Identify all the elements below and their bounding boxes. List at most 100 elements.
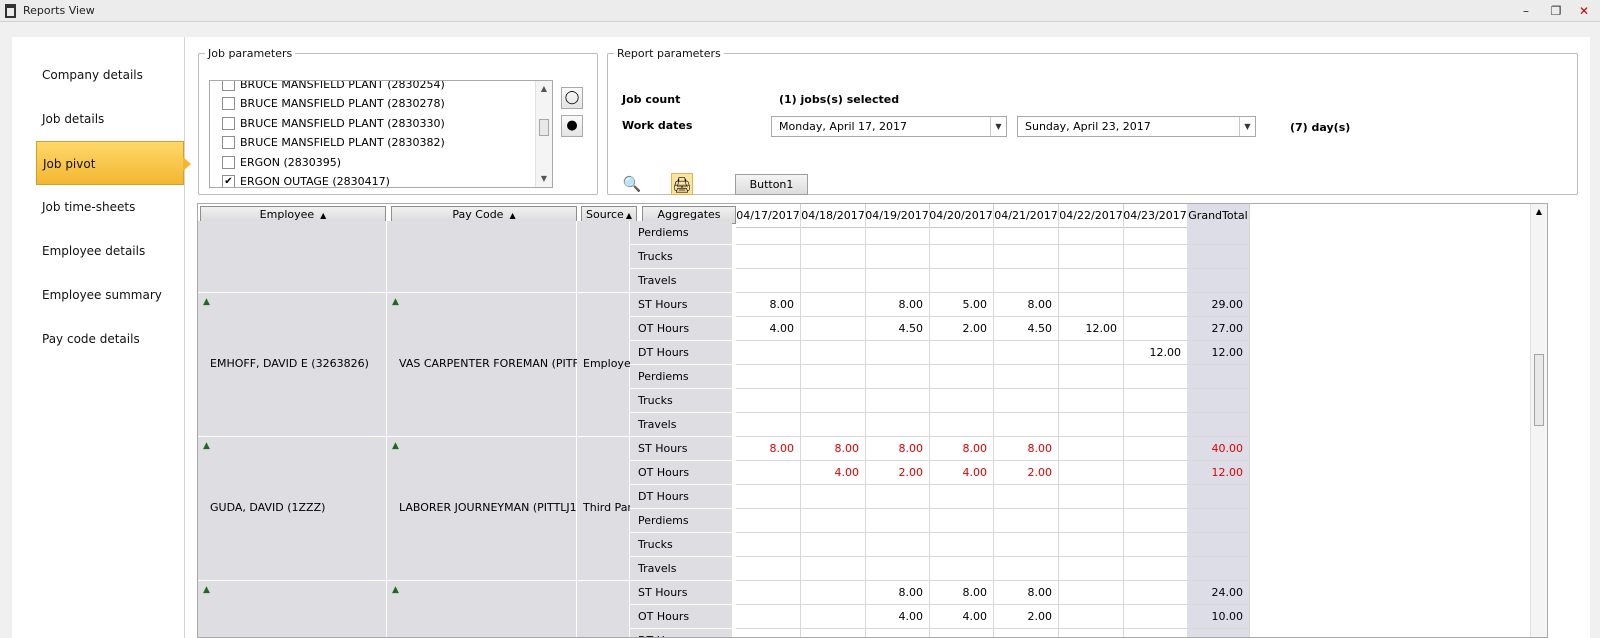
lightbulb-off-icon[interactable]: ◯ xyxy=(561,87,583,109)
value-cell[interactable] xyxy=(865,269,930,293)
value-cell[interactable] xyxy=(801,317,866,341)
value-cell[interactable] xyxy=(929,485,994,509)
value-cell[interactable] xyxy=(1123,509,1188,533)
collapse-icon[interactable]: ▲ xyxy=(203,585,210,595)
grand-total-cell[interactable]: 24.00 xyxy=(1187,581,1250,605)
value-cell[interactable] xyxy=(801,629,866,637)
value-cell[interactable]: 8.00 xyxy=(994,293,1059,317)
value-cell[interactable]: 2.00 xyxy=(929,317,994,341)
value-cell[interactable] xyxy=(929,629,994,637)
value-cell[interactable] xyxy=(1059,293,1124,317)
value-cell[interactable] xyxy=(865,245,930,269)
grand-total-cell[interactable] xyxy=(1187,245,1250,269)
value-cell[interactable]: 4.00 xyxy=(801,461,866,485)
grand-total-cell[interactable] xyxy=(1187,221,1250,245)
value-cell[interactable] xyxy=(1059,581,1124,605)
job-list[interactable]: BRUCE MANSFIELD PLANT (2830254) BRUCE MA… xyxy=(209,80,553,188)
value-cell[interactable]: 8.00 xyxy=(865,581,930,605)
sidebar-item-job-time-sheets[interactable]: Job time-sheets xyxy=(12,185,185,229)
value-cell[interactable] xyxy=(1123,317,1188,341)
button1[interactable]: Button1 xyxy=(735,174,808,195)
value-cell[interactable] xyxy=(994,389,1059,413)
grand-total-cell[interactable] xyxy=(1187,365,1250,389)
value-cell[interactable] xyxy=(865,629,930,637)
value-cell[interactable]: 4.00 xyxy=(736,317,801,341)
value-cell[interactable] xyxy=(1059,245,1124,269)
print-icon[interactable]: 🖨 xyxy=(671,173,693,195)
chevron-down-icon[interactable]: ▼ xyxy=(1239,117,1255,136)
value-cell[interactable]: 8.00 xyxy=(994,437,1059,461)
value-cell[interactable] xyxy=(929,269,994,293)
value-cell[interactable] xyxy=(736,605,801,629)
value-cell[interactable] xyxy=(736,629,801,637)
collapse-icon[interactable]: ▲ xyxy=(392,297,399,307)
value-cell[interactable] xyxy=(801,269,866,293)
value-cell[interactable] xyxy=(736,485,801,509)
value-cell[interactable] xyxy=(929,557,994,581)
value-cell[interactable] xyxy=(801,605,866,629)
value-cell[interactable] xyxy=(1059,485,1124,509)
value-cell[interactable]: 8.00 xyxy=(865,437,930,461)
value-cell[interactable] xyxy=(865,221,930,245)
value-cell[interactable]: 8.00 xyxy=(929,581,994,605)
job-item[interactable]: BRUCE MANSFIELD PLANT (2830330) xyxy=(212,114,445,133)
value-cell[interactable] xyxy=(865,365,930,389)
value-cell[interactable] xyxy=(1059,461,1124,485)
value-cell[interactable] xyxy=(736,341,801,365)
value-cell[interactable] xyxy=(929,533,994,557)
value-cell[interactable] xyxy=(1059,557,1124,581)
job-item[interactable]: BRUCE MANSFIELD PLANT (2830278) xyxy=(212,94,445,113)
job-item[interactable]: ERGON (2830395) xyxy=(212,153,341,172)
value-cell[interactable] xyxy=(736,413,801,437)
minimize-button[interactable]: – xyxy=(1515,3,1537,19)
value-cell[interactable] xyxy=(736,365,801,389)
sidebar-item-job-pivot[interactable]: Job pivot xyxy=(36,141,191,185)
value-cell[interactable] xyxy=(801,533,866,557)
value-cell[interactable]: 8.00 xyxy=(994,581,1059,605)
value-cell[interactable] xyxy=(994,533,1059,557)
checkbox-checked[interactable]: ✔ xyxy=(222,174,235,187)
value-cell[interactable] xyxy=(736,533,801,557)
value-cell[interactable] xyxy=(801,557,866,581)
value-cell[interactable] xyxy=(865,509,930,533)
value-cell[interactable] xyxy=(736,269,801,293)
collapse-icon[interactable]: ▲ xyxy=(392,585,399,595)
job-list-scrollbar[interactable]: ▲ ▼ xyxy=(535,81,552,187)
value-cell[interactable] xyxy=(994,557,1059,581)
grand-total-cell[interactable] xyxy=(1187,557,1250,581)
value-cell[interactable] xyxy=(736,221,801,245)
value-cell[interactable]: 8.00 xyxy=(736,293,801,317)
value-cell[interactable] xyxy=(994,221,1059,245)
grand-total-cell[interactable]: 12.00 xyxy=(1187,461,1250,485)
value-cell[interactable] xyxy=(865,341,930,365)
value-cell[interactable] xyxy=(994,341,1059,365)
value-cell[interactable] xyxy=(865,533,930,557)
value-cell[interactable] xyxy=(865,389,930,413)
checkbox[interactable] xyxy=(222,135,235,149)
value-cell[interactable] xyxy=(736,581,801,605)
value-cell[interactable]: 8.00 xyxy=(736,437,801,461)
value-cell[interactable] xyxy=(1059,365,1124,389)
chevron-down-icon[interactable]: ▼ xyxy=(990,117,1006,136)
job-item[interactable]: BRUCE MANSFIELD PLANT (2830382) xyxy=(212,133,445,152)
value-cell[interactable]: 2.00 xyxy=(994,461,1059,485)
value-cell[interactable] xyxy=(1059,269,1124,293)
value-cell[interactable] xyxy=(1123,581,1188,605)
value-cell[interactable] xyxy=(865,485,930,509)
checkbox[interactable] xyxy=(222,81,235,91)
value-cell[interactable] xyxy=(1059,533,1124,557)
grand-total-cell[interactable] xyxy=(1187,413,1250,437)
collapse-icon[interactable]: ▲ xyxy=(203,297,210,307)
value-cell[interactable]: 2.00 xyxy=(865,461,930,485)
value-cell[interactable] xyxy=(929,245,994,269)
value-cell[interactable] xyxy=(801,485,866,509)
sidebar-item-employee-summary[interactable]: Employee summary xyxy=(12,273,185,317)
grand-total-cell[interactable] xyxy=(1187,533,1250,557)
value-cell[interactable] xyxy=(1123,269,1188,293)
value-cell[interactable] xyxy=(929,509,994,533)
grand-total-cell[interactable] xyxy=(1187,485,1250,509)
grand-total-cell[interactable]: 12.00 xyxy=(1187,341,1250,365)
value-cell[interactable] xyxy=(994,269,1059,293)
value-cell[interactable]: 2.00 xyxy=(994,605,1059,629)
value-cell[interactable] xyxy=(994,485,1059,509)
